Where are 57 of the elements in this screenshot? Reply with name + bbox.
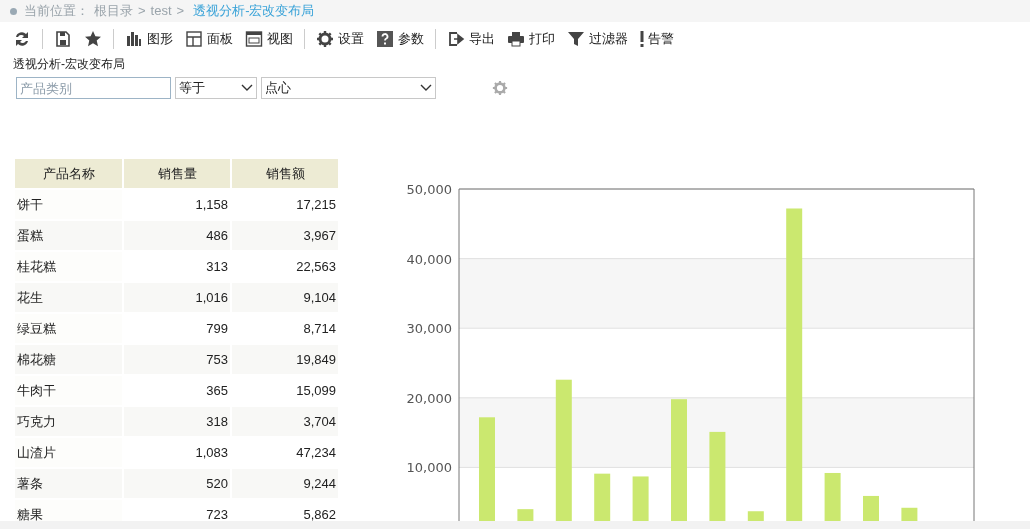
table-cell: 1,016 [123,282,231,313]
table-cell: 9,104 [231,282,339,313]
table-cell: 520 [123,468,231,499]
filter-icon [567,30,585,48]
gear-icon [316,30,334,48]
toolbar-button[interactable]: 打印 [504,27,558,51]
location-label: 当前位置： [24,2,89,21]
filter-field[interactable]: 产品类别 [16,77,171,99]
table-cell: 19,849 [231,344,339,375]
table-cell: 桂花糕 [15,251,123,282]
printer-icon [507,30,525,48]
caret-icon [241,84,253,92]
column-header[interactable]: 产品名称 [15,159,123,189]
report-title: 透视分析-宏改变布局 [12,56,126,73]
table-cell: 山渣片 [15,437,123,468]
table-cell: 753 [123,344,231,375]
axis-tick-label: 50,000 [406,182,452,197]
table-cell: 花生 [15,282,123,313]
table-cell: 486 [123,220,231,251]
table-cell: 3,967 [231,220,339,251]
table-cell: 牛肉干 [15,375,123,406]
breadcrumb-separator: > [176,2,185,21]
caret-icon [420,84,432,92]
breadcrumb-separator: > [138,2,146,21]
axis-tick-label: 30,000 [406,321,452,337]
toolbar-button[interactable]: 参数 [373,27,427,51]
value-dropdown[interactable]: 点心 [261,77,436,99]
axis-tick-label: 20,000 [406,390,452,406]
toolbar-button[interactable]: 过滤器 [564,27,631,51]
table-cell: 蛋糕 [15,220,123,251]
table-cell: 3,704 [231,406,339,437]
axis-tick-label: 10,000 [406,460,452,476]
bar-chart-icon [125,30,143,48]
table-cell: 巧克力 [15,406,123,437]
view-icon [245,30,263,48]
alert-icon [640,31,644,47]
toolbar-button[interactable]: 视图 [242,27,296,51]
toolbar-button[interactable]: 面板 [182,27,236,51]
toolbar-button[interactable]: 导出 [444,27,498,51]
table-cell: 9,244 [231,468,339,499]
table-cell: 318 [123,406,231,437]
export-icon [447,30,465,48]
panel-icon [185,30,203,48]
toolbar-button[interactable]: 设置 [313,27,367,51]
table-cell: 饼干 [15,189,123,220]
help-icon [376,30,394,48]
table-cell: 绿豆糕 [15,313,123,344]
toolbar-button[interactable]: 图形 [122,27,176,51]
axis-tick-label: 40,000 [406,251,452,267]
table-cell: 薯条 [15,468,123,499]
bullet-icon [10,7,17,15]
toolbar-button[interactable]: 告警 [637,27,677,51]
column-header[interactable]: 销售额 [231,159,339,189]
table-cell: 棉花糖 [15,344,123,375]
operator-dropdown[interactable]: 等于 [175,77,257,99]
horizontal-scrollbar[interactable] [0,521,1030,529]
column-header[interactable]: 销售量 [123,159,231,189]
